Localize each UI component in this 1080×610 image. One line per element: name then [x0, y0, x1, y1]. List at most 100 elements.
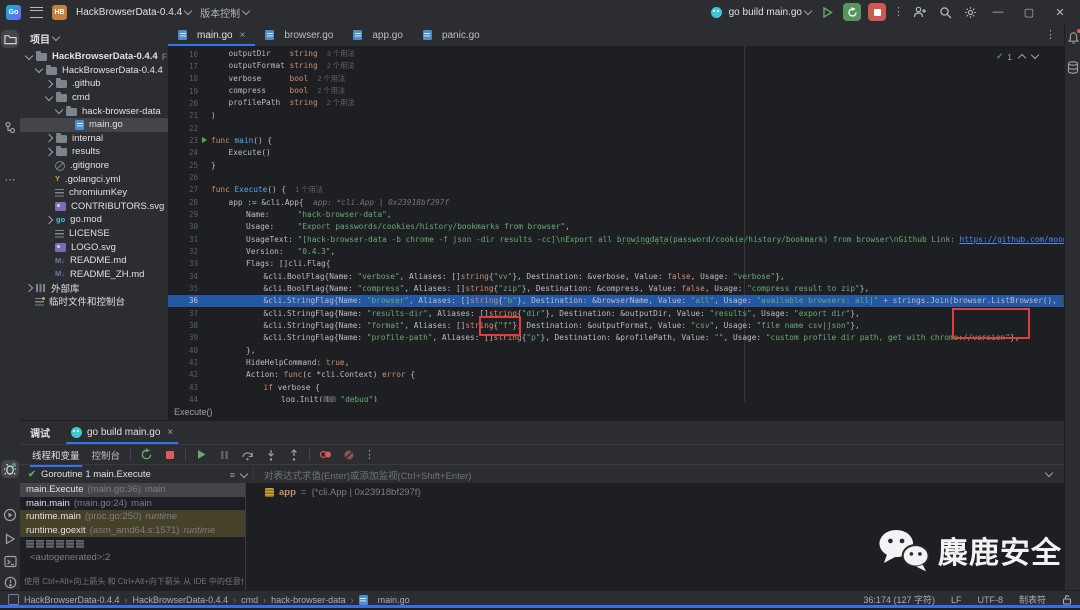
code-line-39[interactable]: 39&cli.StringFlag{Name: "profile-path", … — [168, 332, 1064, 344]
tree-chevron-icon[interactable] — [25, 284, 33, 292]
tree-item-HackBrowserData-0.4.4[interactable]: HackBrowserData-0.4.4F:\hack — [20, 50, 168, 64]
run-gutter-icon[interactable] — [198, 137, 211, 143]
breadcrumb-hack-browser-data[interactable]: hack-browser-data — [271, 595, 346, 605]
file-encoding[interactable]: UTF-8 — [977, 595, 1003, 605]
tree-chevron-icon[interactable] — [35, 65, 43, 73]
chevron-down-icon[interactable] — [1045, 469, 1053, 477]
tree-item-.github[interactable]: .github — [20, 77, 168, 91]
code-line-32[interactable]: 32Version: "0.4.3", — [168, 245, 1064, 257]
tree-item-外部库[interactable]: 外部库 — [20, 281, 168, 295]
run-button[interactable] — [818, 3, 836, 21]
frame-runtime.goexit[interactable]: runtime.goexit(asm_amd64.s:1571)runtime — [20, 524, 245, 538]
code-area[interactable]: 16outputDir string3 个用法17outputFormat st… — [168, 46, 1064, 402]
tree-item-LOGO.svg[interactable]: LOGO.svg — [20, 240, 168, 254]
services-tool-icon[interactable] — [1, 506, 19, 524]
vcs-selector[interactable]: 版本控制 — [200, 5, 249, 20]
editor-tab-options-icon[interactable]: ⋮ — [1045, 30, 1064, 40]
more-tool-windows-icon[interactable]: ⋯ — [1, 170, 19, 188]
chevron-up-icon[interactable] — [1018, 53, 1026, 61]
code-line-31[interactable]: 31UsageText: "[hack-browser-data -b chro… — [168, 233, 1064, 245]
minimize-button[interactable]: — — [986, 6, 1010, 18]
code-line-23[interactable]: 23func main() { — [168, 134, 1064, 146]
view-breakpoints-icon[interactable] — [318, 447, 333, 462]
tree-chevron-icon[interactable] — [25, 52, 33, 60]
tab-panic.go[interactable]: panic.go — [413, 24, 490, 46]
close-icon[interactable]: × — [240, 30, 246, 41]
debug-tool-icon[interactable] — [1, 460, 19, 478]
stop-button[interactable] — [868, 3, 886, 21]
variable-row-app[interactable]: app={*cli.App | 0x23918bf297f} — [258, 487, 1064, 498]
tree-item-chromiumKey[interactable]: chromiumKey — [20, 186, 168, 200]
mute-breakpoints-icon[interactable] — [341, 447, 356, 462]
code-line-18[interactable]: 18verbose bool2 个用法 — [168, 73, 1064, 85]
tree-item-HackBrowserData-0.4.4[interactable]: HackBrowserData-0.4.4 — [20, 64, 168, 78]
tab-main.go[interactable]: main.go× — [168, 24, 255, 46]
structure-tool-icon[interactable] — [1, 118, 19, 136]
project-selector[interactable]: HackBrowserData-0.4.4 — [76, 7, 191, 18]
tree-item-main.go[interactable]: main.go — [20, 118, 168, 132]
tab-browser.go[interactable]: browser.go — [255, 24, 343, 46]
code-line-33[interactable]: 33Flags: []cli.Flag{ — [168, 258, 1064, 270]
tree-chevron-icon[interactable] — [45, 134, 53, 142]
close-icon[interactable]: × — [167, 427, 173, 438]
rerun-icon[interactable] — [139, 447, 154, 462]
tree-chevron-icon[interactable] — [45, 80, 53, 88]
tree-item-.golangci.yml[interactable]: Y.golangci.yml — [20, 172, 168, 186]
code-line-40[interactable]: 40}, — [168, 344, 1064, 356]
tree-item-hack-browser-data[interactable]: hack-browser-data — [20, 104, 168, 118]
code-line-22[interactable]: 22 — [168, 122, 1064, 134]
frame-main.main[interactable]: main.main(main.go:24)main — [20, 497, 245, 511]
code-with-me-icon[interactable] — [911, 3, 929, 21]
tab-threads-variables[interactable]: 线程和变量 — [30, 446, 82, 464]
tree-item-results[interactable]: results — [20, 145, 168, 159]
main-menu-icon[interactable] — [30, 7, 43, 18]
maximize-button[interactable]: ▢ — [1017, 6, 1041, 19]
tab-app.go[interactable]: app.go — [343, 24, 413, 46]
step-out-icon[interactable] — [286, 447, 301, 462]
tab-console[interactable]: 控制台 — [90, 446, 123, 464]
chevron-down-icon[interactable] — [240, 469, 248, 477]
line-ending[interactable]: LF — [951, 595, 962, 605]
tree-item-go.mod[interactable]: gogo.mod — [20, 213, 168, 227]
code-line-42[interactable]: 42Action: func(c *cli.Context) error { — [168, 369, 1064, 381]
tree-chevron-icon[interactable] — [45, 216, 53, 224]
debug-session-tab[interactable]: go build main.go × — [62, 421, 182, 444]
frame-runtime.main[interactable]: runtime.main(proc.go:250)runtime — [20, 510, 245, 524]
settings-gear-icon[interactable] — [961, 3, 979, 21]
more-actions-icon[interactable]: ⋮ — [893, 7, 904, 17]
editor-breadcrumb[interactable]: Execute() — [168, 404, 1064, 420]
search-icon[interactable] — [936, 3, 954, 21]
code-line-27[interactable]: 27func Execute() {1 个用法 — [168, 184, 1064, 196]
tree-item-CONTRIBUTORS.svg[interactable]: CONTRIBUTORS.svg — [20, 200, 168, 214]
code-line-36[interactable]: 36&cli.StringFlag{Name: "browser", Alias… — [168, 295, 1064, 307]
code-line-35[interactable]: 35&cli.BoolFlag{Name: "compress", Aliase… — [168, 282, 1064, 294]
code-line-44[interactable]: 44log.Init(l: "debug") — [168, 393, 1064, 402]
code-line-26[interactable]: 26 — [168, 171, 1064, 183]
code-line-17[interactable]: 17outputFormat string2 个用法 — [168, 60, 1064, 72]
code-line-16[interactable]: 16outputDir string3 个用法 — [168, 48, 1064, 60]
code-line-21[interactable]: 21) — [168, 110, 1064, 122]
rerun-debug-button[interactable] — [843, 3, 861, 21]
code-line-20[interactable]: 20profilePath string2 个用法 — [168, 97, 1064, 109]
project-panel-header[interactable]: 项目 — [20, 24, 168, 50]
run-tool-icon[interactable] — [1, 530, 19, 548]
code-line-37[interactable]: 37&cli.StringFlag{Name: "results-dir", A… — [168, 307, 1064, 319]
code-line-28[interactable]: 28app := &cli.App{ app: *cli.App | 0x239… — [168, 196, 1064, 208]
lock-icon[interactable] — [1062, 594, 1072, 605]
inspections-widget[interactable]: ✓ 1 — [996, 51, 1038, 62]
evaluate-expression-input[interactable]: 对表达式求值(Enter)或添加监视(Ctrl+Shift+Enter) — [254, 465, 1064, 484]
breadcrumb-main.go[interactable]: main.go — [378, 595, 410, 605]
code-line-43[interactable]: 43if verbose { — [168, 381, 1064, 393]
tree-item-README_ZH.md[interactable]: M↓README_ZH.md — [20, 268, 168, 282]
tree-item-.gitignore[interactable]: .gitignore — [20, 159, 168, 173]
problems-tool-icon[interactable] — [1, 573, 19, 591]
tree-chevron-icon[interactable] — [55, 106, 63, 114]
code-line-34[interactable]: 34&cli.BoolFlag{Name: "verbose", Aliases… — [168, 270, 1064, 282]
close-button[interactable]: ✕ — [1048, 6, 1072, 19]
tree-item-cmd[interactable]: cmd — [20, 91, 168, 105]
tree-chevron-icon[interactable] — [45, 92, 53, 100]
code-line-24[interactable]: 24Execute() — [168, 147, 1064, 159]
database-tool-icon[interactable] — [1064, 58, 1080, 76]
goroutine-selector[interactable]: ✔ Goroutine 1 main.Execute ≡ — [20, 465, 254, 484]
step-into-icon[interactable] — [263, 447, 278, 462]
